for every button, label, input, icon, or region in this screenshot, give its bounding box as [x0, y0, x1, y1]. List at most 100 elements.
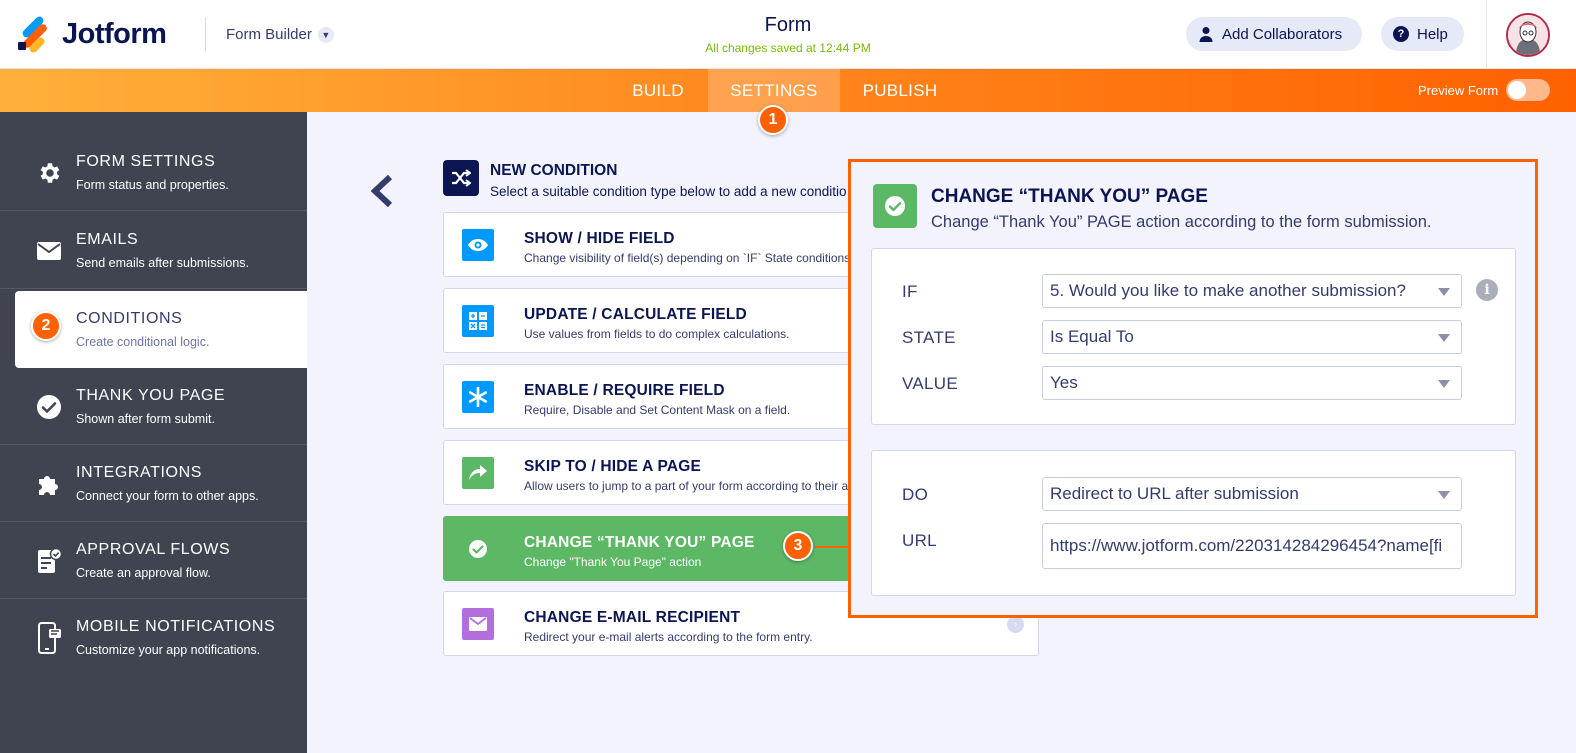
if-field-value: 5. Would you like to make another submis… — [1050, 281, 1406, 300]
check-circle-icon — [873, 184, 917, 228]
sidebar-item-integrations[interactable]: INTEGRATIONS Connect your form to other … — [0, 445, 307, 522]
sidebar-item-title: CONDITIONS — [76, 310, 183, 327]
avatar[interactable] — [1506, 13, 1550, 57]
sidebar-item-mobile-notifications[interactable]: MOBILE NOTIFICATIONS Customize your app … — [0, 599, 307, 676]
avatar-illustration — [1508, 15, 1548, 55]
calculator-icon — [462, 305, 494, 337]
caret-down-icon — [1438, 334, 1450, 342]
sidebar-item-subtitle: Customize your app notifications. — [76, 643, 261, 657]
preview-form-label: Preview Form — [1418, 83, 1499, 98]
state-label: STATE — [902, 328, 956, 347]
state-select[interactable]: Is Equal To — [1042, 320, 1462, 354]
jotform-logo-icon — [18, 14, 49, 54]
sidebar-item-emails[interactable]: EMAILS Send emails after submissions. — [0, 212, 307, 289]
new-condition-title: NEW CONDITION — [490, 162, 618, 179]
condition-title: CHANGE E-MAIL RECIPIENT — [524, 609, 741, 626]
shuffle-icon — [443, 160, 479, 196]
sidebar-item-thank-you-page[interactable]: THANK YOU PAGE Shown after form submit. — [0, 368, 307, 445]
add-collaborators-button[interactable]: Add Collaborators — [1186, 17, 1362, 51]
sidebar-item-subtitle: Shown after form submit. — [76, 412, 215, 426]
sidebar-item-approval-flows[interactable]: APPROVAL FLOWS Create an approval flow. — [0, 522, 307, 599]
caret-down-icon — [1438, 491, 1450, 499]
check-circle-icon — [462, 533, 494, 565]
preview-form-toggle[interactable] — [1506, 79, 1550, 101]
chevron-right-icon[interactable]: › — [1007, 616, 1024, 633]
condition-title: SHOW / HIDE FIELD — [524, 230, 675, 247]
panel-title: CHANGE “THANK YOU” PAGE — [931, 186, 1208, 207]
if-label: IF — [902, 282, 918, 301]
caret-down-icon — [1438, 380, 1450, 388]
logo-text: Jotform — [62, 18, 167, 50]
sidebar-item-title: INTEGRATIONS — [76, 464, 203, 481]
help-button[interactable]: ? Help — [1381, 17, 1464, 51]
sidebar-item-subtitle: Send emails after submissions. — [76, 256, 249, 270]
change-thank-you-page-panel: CHANGE “THANK YOU” PAGE Change “Thank Yo… — [848, 159, 1538, 618]
jotform-logo[interactable]: Jotform — [18, 14, 167, 54]
sidebar-item-conditions[interactable]: 2 CONDITIONS Create conditional logic. — [15, 291, 307, 368]
question-icon: ? — [1393, 26, 1409, 42]
mobile-icon — [36, 622, 62, 654]
step-badge-2: 2 — [31, 311, 61, 341]
value-select[interactable]: Yes — [1042, 366, 1462, 400]
main-tab-bar: BUILD SETTINGS PUBLISH Preview Form — [0, 69, 1576, 112]
step-badge-1: 1 — [758, 105, 788, 135]
caret-down-icon — [1438, 288, 1450, 296]
condition-title: CHANGE “THANK YOU” PAGE — [524, 534, 755, 551]
condition-subtitle: Redirect your e-mail alerts according to… — [524, 630, 813, 644]
condition-subtitle: Allow users to jump to a part of your fo… — [524, 479, 849, 493]
puzzle-icon — [36, 471, 62, 497]
user-icon — [1199, 27, 1213, 42]
envelope-icon — [36, 238, 62, 264]
back-arrow-icon[interactable] — [368, 174, 396, 213]
url-input[interactable]: https://www.jotform.com/220314284296454?… — [1042, 523, 1462, 569]
step-connector-line — [815, 546, 849, 548]
sidebar-item-form-settings[interactable]: FORM SETTINGS Form status and properties… — [0, 134, 307, 211]
header-divider-right — [1486, 0, 1487, 69]
condition-subtitle: Use values from fields to do complex cal… — [524, 327, 790, 341]
sidebar-item-title: APPROVAL FLOWS — [76, 541, 231, 558]
state-value: Is Equal To — [1050, 327, 1134, 346]
condition-title: UPDATE / CALCULATE FIELD — [524, 306, 747, 323]
eye-icon — [462, 229, 494, 261]
step-badge-3: 3 — [783, 531, 813, 561]
sidebar-item-title: THANK YOU PAGE — [76, 387, 226, 404]
tab-build[interactable]: BUILD — [620, 69, 696, 112]
do-actions-box: DO Redirect to URL after submission URL … — [871, 450, 1516, 596]
toggle-knob — [1508, 81, 1526, 99]
approval-icon — [36, 547, 62, 574]
value-label: VALUE — [902, 374, 958, 393]
info-icon[interactable]: i — [1476, 279, 1498, 301]
sidebar-item-subtitle: Create an approval flow. — [76, 566, 211, 580]
condition-subtitle: Change visibility of field(s) depending … — [524, 251, 854, 265]
url-label: URL — [902, 531, 937, 550]
new-condition-subtitle: Select a suitable condition type below t… — [490, 184, 847, 199]
check-circle-icon — [36, 394, 62, 420]
envelope-icon — [462, 608, 494, 640]
do-action-select[interactable]: Redirect to URL after submission — [1042, 477, 1462, 511]
panel-subtitle: Change “Thank You” PAGE action according… — [931, 213, 1432, 231]
asterisk-icon — [462, 381, 494, 413]
tab-publish[interactable]: PUBLISH — [852, 69, 948, 112]
condition-title: SKIP TO / HIDE A PAGE — [524, 458, 702, 475]
add-collaborators-label: Add Collaborators — [1222, 25, 1343, 43]
share-arrow-icon — [462, 457, 494, 489]
help-label: Help — [1417, 25, 1448, 43]
do-label: DO — [902, 485, 929, 504]
form-builder-menu[interactable]: Form Builder ▼ — [226, 26, 334, 43]
value-value: Yes — [1050, 373, 1078, 392]
chevron-down-icon: ▼ — [317, 26, 334, 43]
condition-subtitle: Require, Disable and Set Content Mask on… — [524, 403, 791, 417]
top-header: Jotform Form Builder ▼ Form All changes … — [0, 0, 1576, 69]
sidebar-item-title: MOBILE NOTIFICATIONS — [76, 618, 276, 635]
if-field-select[interactable]: 5. Would you like to make another submis… — [1042, 274, 1462, 308]
sidebar-item-subtitle: Connect your form to other apps. — [76, 489, 259, 503]
sidebar-item-subtitle: Create conditional logic. — [76, 335, 210, 349]
condition-subtitle: Change "Thank You Page" action — [524, 555, 702, 569]
header-divider — [205, 17, 206, 51]
sidebar-item-subtitle: Form status and properties. — [76, 178, 229, 192]
do-action-value: Redirect to URL after submission — [1050, 484, 1299, 503]
form-builder-label: Form Builder — [226, 26, 312, 43]
settings-sidebar: FORM SETTINGS Form status and properties… — [0, 112, 307, 753]
condition-title: ENABLE / REQUIRE FIELD — [524, 382, 725, 399]
gear-icon — [36, 160, 62, 186]
